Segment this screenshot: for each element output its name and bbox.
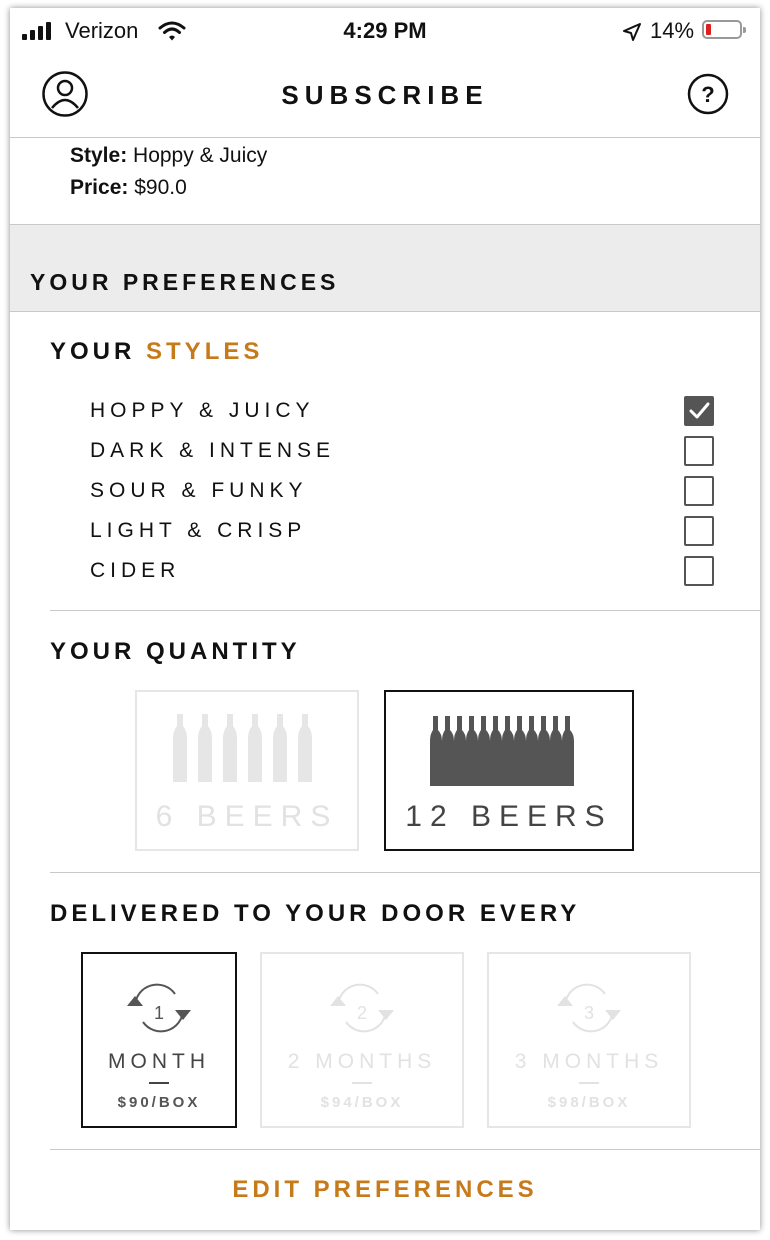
help-icon[interactable]: ? [687,73,729,115]
quantity-option-6-beers[interactable]: 6 BEERS [135,690,359,851]
preferences-header-band: YOUR PREFERENCES [10,224,760,312]
checkbox-cider[interactable] [684,556,714,586]
checkbox-light-crisp[interactable] [684,516,714,546]
styles-divider [50,610,760,611]
quantity-divider [50,872,760,873]
quantity-label-6: 6 BEERS [155,800,339,833]
style-value: Hoppy & Juicy [133,144,268,167]
checkbox-sour-funky[interactable] [684,476,714,506]
style-option-cider: CIDER [90,559,181,582]
styles-title: YOUR STYLES [50,338,263,366]
checkbox-hoppy-juicy[interactable] [684,396,714,426]
status-time: 4:29 PM [343,18,427,43]
style-label: Style: [70,144,128,167]
recurring-cycle-icon: 3 [557,983,621,1033]
twelve-bottles-icon [430,716,574,786]
preferences-header: YOUR PREFERENCES [30,269,340,295]
quantity-option-12-beers[interactable]: 12 BEERS [384,690,634,851]
battery-percent: 14% [650,18,695,43]
price-summary: Price: $90.0 [70,176,187,200]
cycle-number-2: 2 [357,1003,367,1023]
recurring-cycle-icon: 1 [127,983,191,1033]
frequency-option-3-months[interactable]: 3 3 MONTHS $98/BOX [487,952,691,1128]
style-option-dark-intense: DARK & INTENSE [90,439,336,462]
checkbox-dark-intense[interactable] [684,436,714,466]
frequency-label-1: MONTH [108,1050,210,1073]
recurring-cycle-icon: 2 [330,983,394,1033]
frequency-dash [352,1082,372,1084]
quantity-label-12: 12 BEERS [405,800,613,833]
frequency-label-3: 3 MONTHS [514,1050,664,1073]
page-title: SUBSCRIBE [281,80,489,110]
styles-title-prefix: YOUR [50,338,136,365]
frequency-price-1: $90/BOX [117,1094,201,1111]
app-screen: Verizon 4:29 PM 14% SUBSCRIBE ? Style: H… [10,8,760,1230]
frequency-option-2-months[interactable]: 2 2 MONTHS $94/BOX [260,952,464,1128]
battery-icon [702,20,746,39]
price-label: Price: [70,176,129,199]
svg-text:?: ? [701,82,714,107]
style-option-sour-funky: SOUR & FUNKY [90,479,308,502]
cycle-number-1: 1 [154,1003,164,1023]
location-arrow-icon [623,23,641,41]
status-bar: Verizon 4:29 PM 14% [10,8,760,54]
edit-preferences-button[interactable]: EDIT PREFERENCES [10,1176,760,1204]
nav-divider [10,137,760,138]
cycle-number-3: 3 [584,1003,594,1023]
checkmark-icon [689,402,710,419]
frequency-title: DELIVERED TO YOUR DOOR EVERY [50,900,581,927]
styles-title-accent: STYLES [146,338,264,365]
style-option-hoppy-juicy: HOPPY & JUICY [90,399,315,422]
frequency-label-2: 2 MONTHS [287,1050,437,1073]
frequency-dash [579,1082,599,1084]
frequency-divider [50,1149,760,1150]
six-bottles-icon [173,714,312,782]
price-value: $90.0 [134,176,187,199]
style-option-light-crisp: LIGHT & CRISP [90,519,307,542]
style-summary: Style: Hoppy & Juicy [70,144,267,168]
frequency-dash [149,1082,169,1084]
frequency-price-2: $94/BOX [320,1094,404,1111]
quantity-title: YOUR QUANTITY [50,638,301,665]
frequency-option-1-month[interactable]: 1 MONTH $90/BOX [81,952,237,1128]
frequency-price-3: $98/BOX [547,1094,631,1111]
